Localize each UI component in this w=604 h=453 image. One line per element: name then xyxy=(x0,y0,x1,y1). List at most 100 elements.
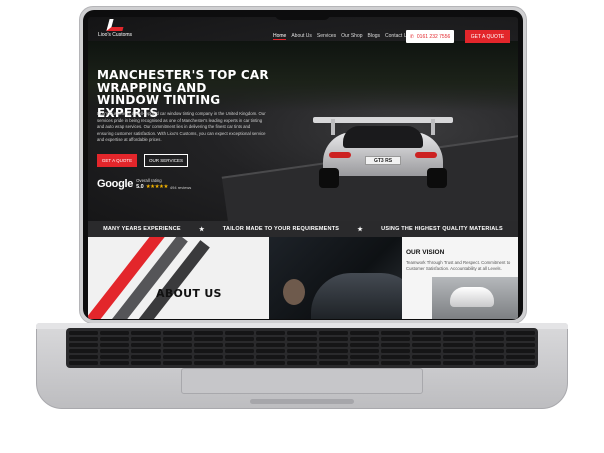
feature-experience: MANY YEARS EXPERIENCE xyxy=(103,226,181,232)
keyboard-key xyxy=(69,355,99,359)
keyboard-key xyxy=(412,343,442,347)
nav-item-about[interactable]: About Us xyxy=(291,33,312,40)
keyboard-key xyxy=(412,337,442,341)
rating-score: 5.0 xyxy=(136,184,144,190)
photo-person-shape xyxy=(283,279,305,305)
keyboard-key xyxy=(162,331,192,335)
keyboard xyxy=(66,328,538,368)
keyboard-key xyxy=(256,343,286,347)
keyboard-key xyxy=(225,331,255,335)
main-nav: Home About Us Services Our Shop Blogs Co… xyxy=(273,33,410,40)
keyboard-key xyxy=(443,361,473,365)
keyboard-key xyxy=(381,349,411,353)
feature-quality: USING THE HIGHEST QUALITY MATERIALS xyxy=(381,226,503,232)
features-strip: MANY YEARS EXPERIENCE ★ TAILOR MADE TO Y… xyxy=(88,221,518,237)
keyboard-key xyxy=(225,355,255,359)
keyboard-key xyxy=(443,343,473,347)
feature-tailor-made: TAILOR MADE TO YOUR REQUIREMENTS xyxy=(222,226,340,232)
hero-quote-button[interactable]: GET A QUOTE xyxy=(97,154,137,167)
keyboard-key xyxy=(225,343,255,347)
keyboard-key xyxy=(100,361,130,365)
hero-services-button[interactable]: OUR SERVICES xyxy=(144,154,188,167)
keyboard-key xyxy=(443,349,473,353)
keyboard-key xyxy=(287,355,317,359)
base-front-notch xyxy=(250,399,354,404)
keyboard-key xyxy=(69,337,99,341)
keyboard-key xyxy=(100,349,130,353)
keyboard-key xyxy=(318,337,348,341)
keyboard-key xyxy=(100,355,130,359)
keyboard-key xyxy=(381,361,411,365)
hero-description: Lioo's Customs is a well-reputed car win… xyxy=(97,111,266,142)
car-rear-window xyxy=(343,126,423,148)
keyboard-key xyxy=(505,337,535,341)
keyboard-key xyxy=(349,361,379,365)
keyboard-key xyxy=(131,361,161,365)
star-icon: ★ xyxy=(357,226,363,233)
nav-item-shop[interactable]: Our Shop xyxy=(341,33,362,40)
keyboard-key xyxy=(505,343,535,347)
keyboard-key xyxy=(100,343,130,347)
keyboard-key xyxy=(131,349,161,353)
vision-section: OUR VISION Teamwork Through Trust and Re… xyxy=(402,237,518,319)
hero-car-image: GT3 RS xyxy=(313,104,453,192)
rating-label: Overall rating xyxy=(136,178,162,183)
keyboard-key xyxy=(162,355,192,359)
keyboard-key xyxy=(443,337,473,341)
keyboard-key xyxy=(287,331,317,335)
keyboard-key xyxy=(474,349,504,353)
car-wing-strut-right xyxy=(431,119,435,135)
nav-item-home[interactable]: Home xyxy=(273,33,287,40)
hero-section: Lioo's Customs Home About Us Services Ou… xyxy=(88,17,518,296)
keyboard-key xyxy=(131,331,161,335)
keyboard-key xyxy=(225,361,255,365)
keyboard-key xyxy=(162,349,192,353)
car-tail-light-right xyxy=(415,152,437,158)
header-quote-button[interactable]: GET A QUOTE xyxy=(465,30,510,43)
keyboard-key xyxy=(349,337,379,341)
keyboard-key xyxy=(162,343,192,347)
keyboard-key xyxy=(318,355,348,359)
keyboard-key xyxy=(287,343,317,347)
website-screen: Lioo's Customs Home About Us Services Ou… xyxy=(88,17,518,319)
google-logo: Google xyxy=(97,178,134,190)
keyboard-key xyxy=(256,349,286,353)
google-rating[interactable]: Google Overall rating 5.0 ★★★★★ 494 revi… xyxy=(97,178,191,190)
keyboard-key xyxy=(162,337,192,341)
keyboard-key xyxy=(505,349,535,353)
keyboard-key xyxy=(505,361,535,365)
keyboard-key xyxy=(100,337,130,341)
keyboard-key xyxy=(474,355,504,359)
keyboard-key xyxy=(69,361,99,365)
phone-button[interactable]: ✆ 0161 232 7556 xyxy=(406,30,454,43)
logo-text: Lioo's Customs xyxy=(98,32,133,38)
rating-details: Overall rating 5.0 ★★★★★ 494 reviews xyxy=(136,178,191,190)
keyboard-key xyxy=(443,331,473,335)
keyboard-key xyxy=(287,349,317,353)
keyboard-key xyxy=(69,349,99,353)
keyboard-key xyxy=(69,343,99,347)
nav-item-blogs[interactable]: Blogs xyxy=(368,33,381,40)
keyboard-key xyxy=(193,355,223,359)
keyboard-key xyxy=(256,331,286,335)
keyboard-key xyxy=(349,343,379,347)
vision-text: Teamwork Through Trust and Respect. Comm… xyxy=(406,260,511,271)
keyboard-key xyxy=(256,361,286,365)
keyboard-key xyxy=(381,343,411,347)
keyboard-key xyxy=(256,337,286,341)
keyboard-key xyxy=(69,331,99,335)
nav-item-services[interactable]: Services xyxy=(317,33,336,40)
keyboard-key xyxy=(381,337,411,341)
logo-mark-icon xyxy=(106,19,126,31)
site-logo[interactable]: Lioo's Customs xyxy=(98,19,134,41)
keyboard-key xyxy=(318,361,348,365)
keyboard-key xyxy=(505,331,535,335)
keyboard-key xyxy=(318,343,348,347)
keyboard-key xyxy=(412,331,442,335)
keyboard-key xyxy=(193,343,223,347)
keyboard-key xyxy=(381,331,411,335)
keyboard-key xyxy=(225,349,255,353)
rating-stars-icon: ★★★★★ xyxy=(145,184,169,190)
car-tyre-left xyxy=(319,168,339,188)
keyboard-key xyxy=(193,349,223,353)
